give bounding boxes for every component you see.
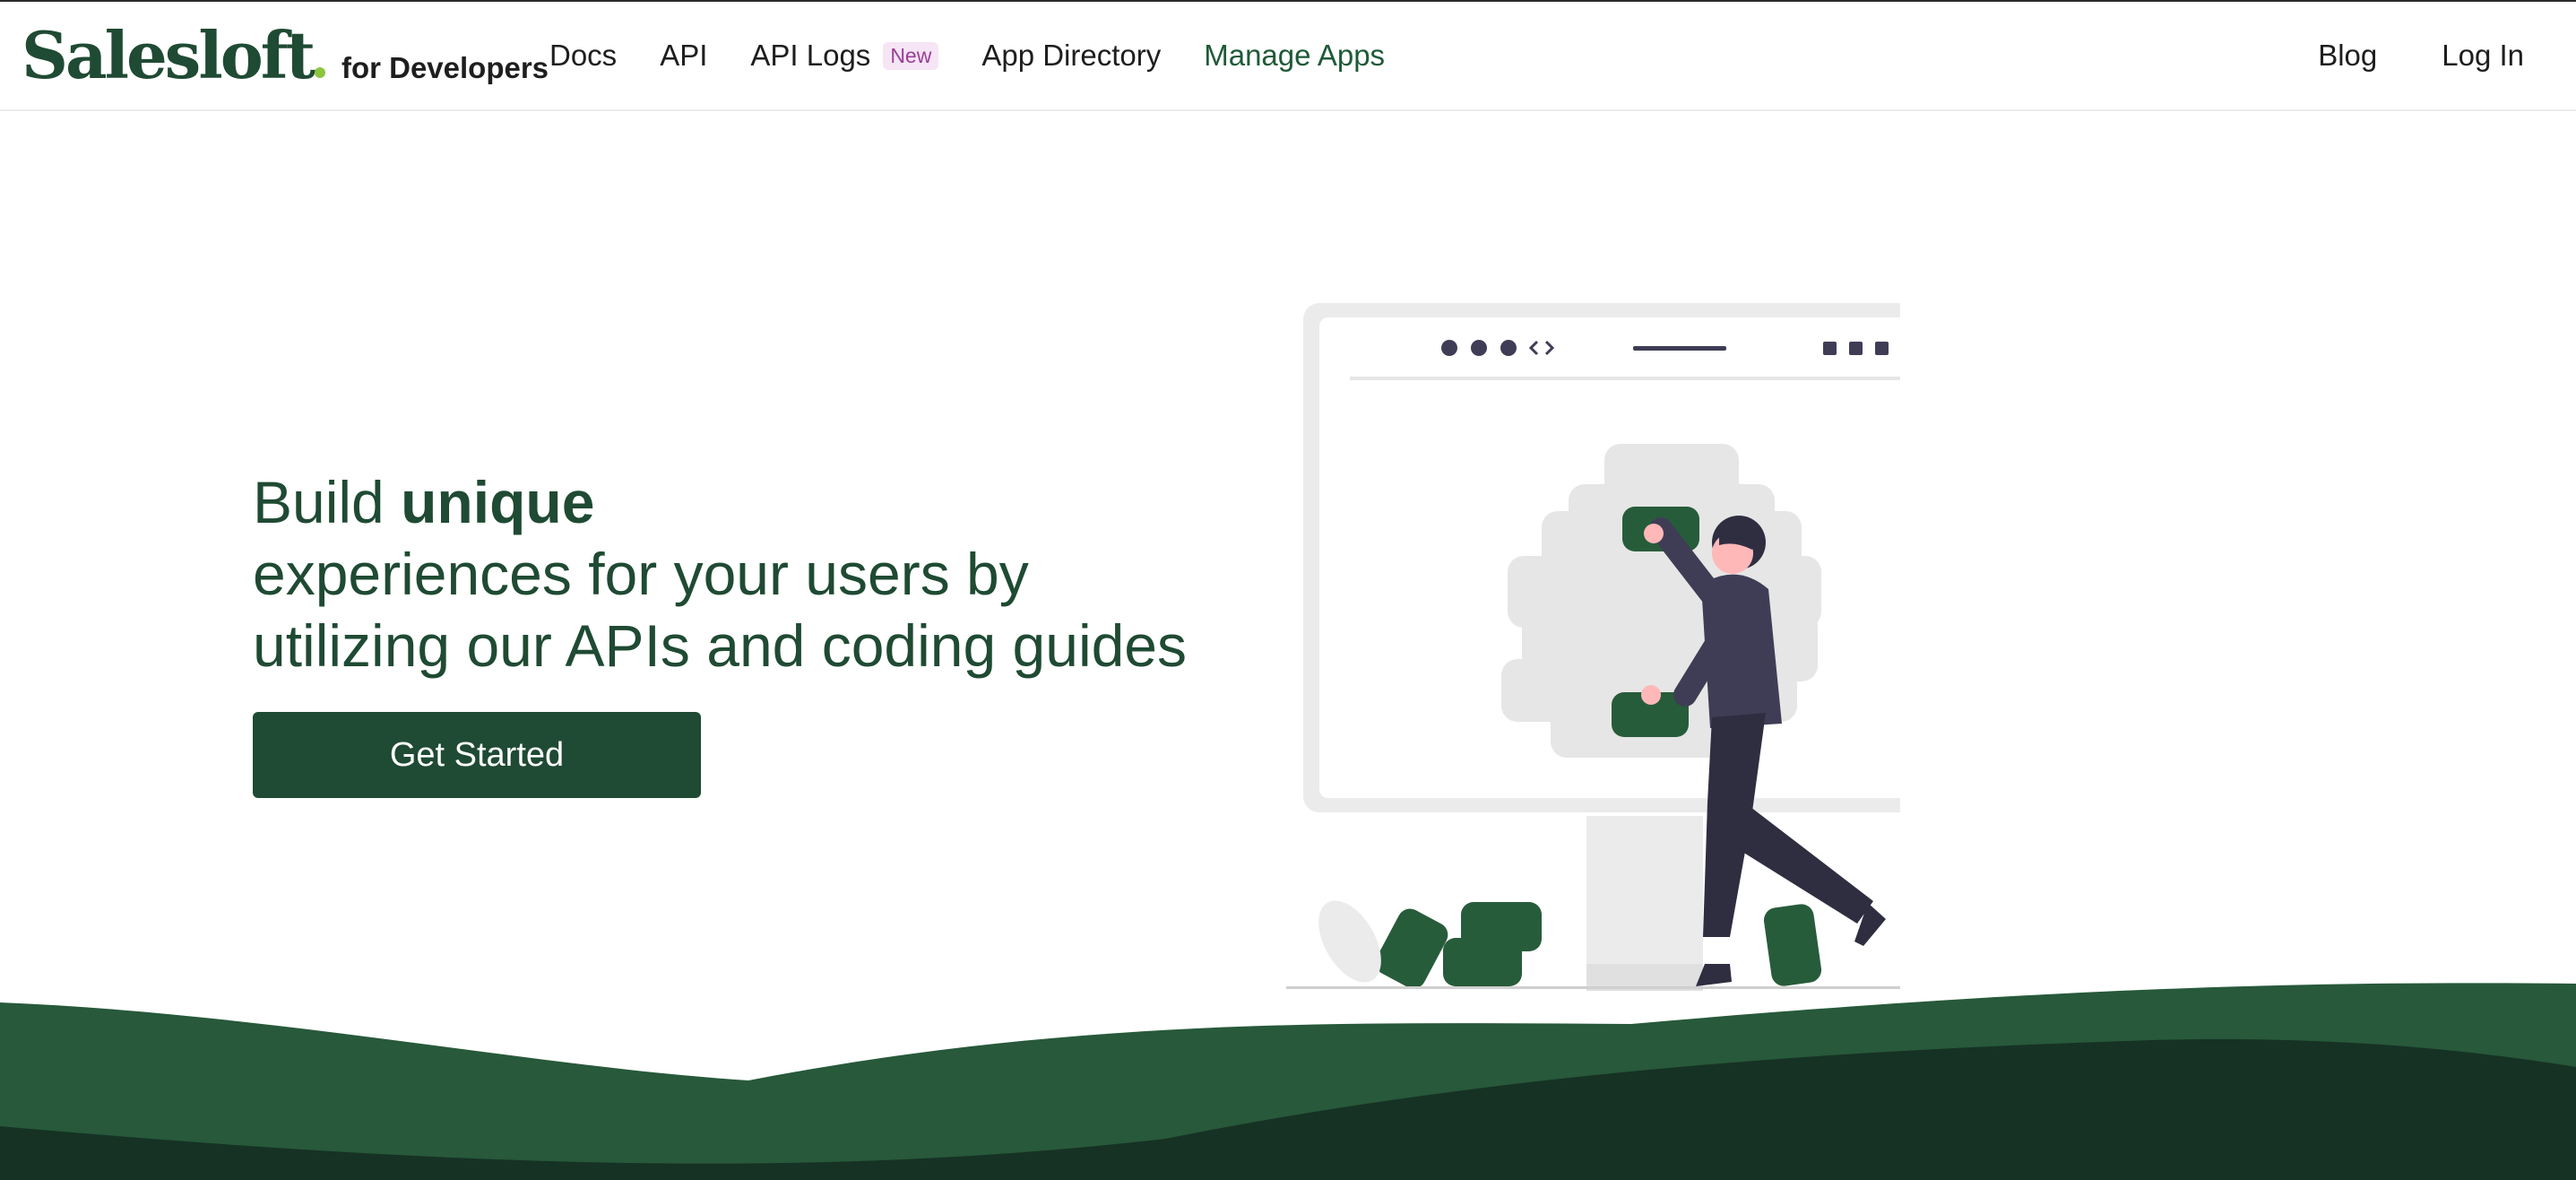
brand[interactable]: Salesloft for Developers: [22, 18, 549, 93]
browser-divider: [1350, 377, 1900, 380]
salesloft-logo[interactable]: Salesloft: [22, 18, 316, 93]
nav-app-directory[interactable]: App Directory: [981, 39, 1161, 73]
developer-illustration: [1286, 303, 1900, 991]
nav-blog[interactable]: Blog: [2318, 39, 2377, 73]
new-badge: New: [883, 41, 939, 70]
brand-suffix: for Developers: [341, 51, 549, 84]
nav-api-logs[interactable]: API Logs New: [750, 39, 939, 73]
hero-prefix: Build: [253, 469, 385, 535]
top-navbar: Salesloft for Developers Docs API API Lo…: [0, 2, 2576, 111]
hero-emphasis: unique: [401, 469, 595, 535]
hero-line-3: utilizing our APIs and coding guides: [253, 612, 1188, 679]
logo-dot: [314, 67, 325, 78]
nav-log-in[interactable]: Log In: [2442, 39, 2524, 73]
decorative-waves: [0, 983, 2576, 1180]
primary-nav: Docs API API Logs New App Directory Mana…: [549, 2, 1428, 109]
nav-manage-apps[interactable]: Manage Apps: [1204, 39, 1385, 73]
nav-api-logs-label: API Logs: [750, 39, 871, 72]
hero-heading: Build unique experiences for your users …: [253, 466, 1239, 681]
hero-line-1: Build unique: [253, 466, 1239, 538]
secondary-nav: Blog Log In: [2253, 2, 2524, 109]
nav-docs[interactable]: Docs: [549, 39, 617, 73]
hero-line-2: experiences for your users by: [253, 541, 1029, 607]
nav-api[interactable]: API: [660, 39, 707, 73]
get-started-button[interactable]: Get Started: [253, 712, 701, 798]
